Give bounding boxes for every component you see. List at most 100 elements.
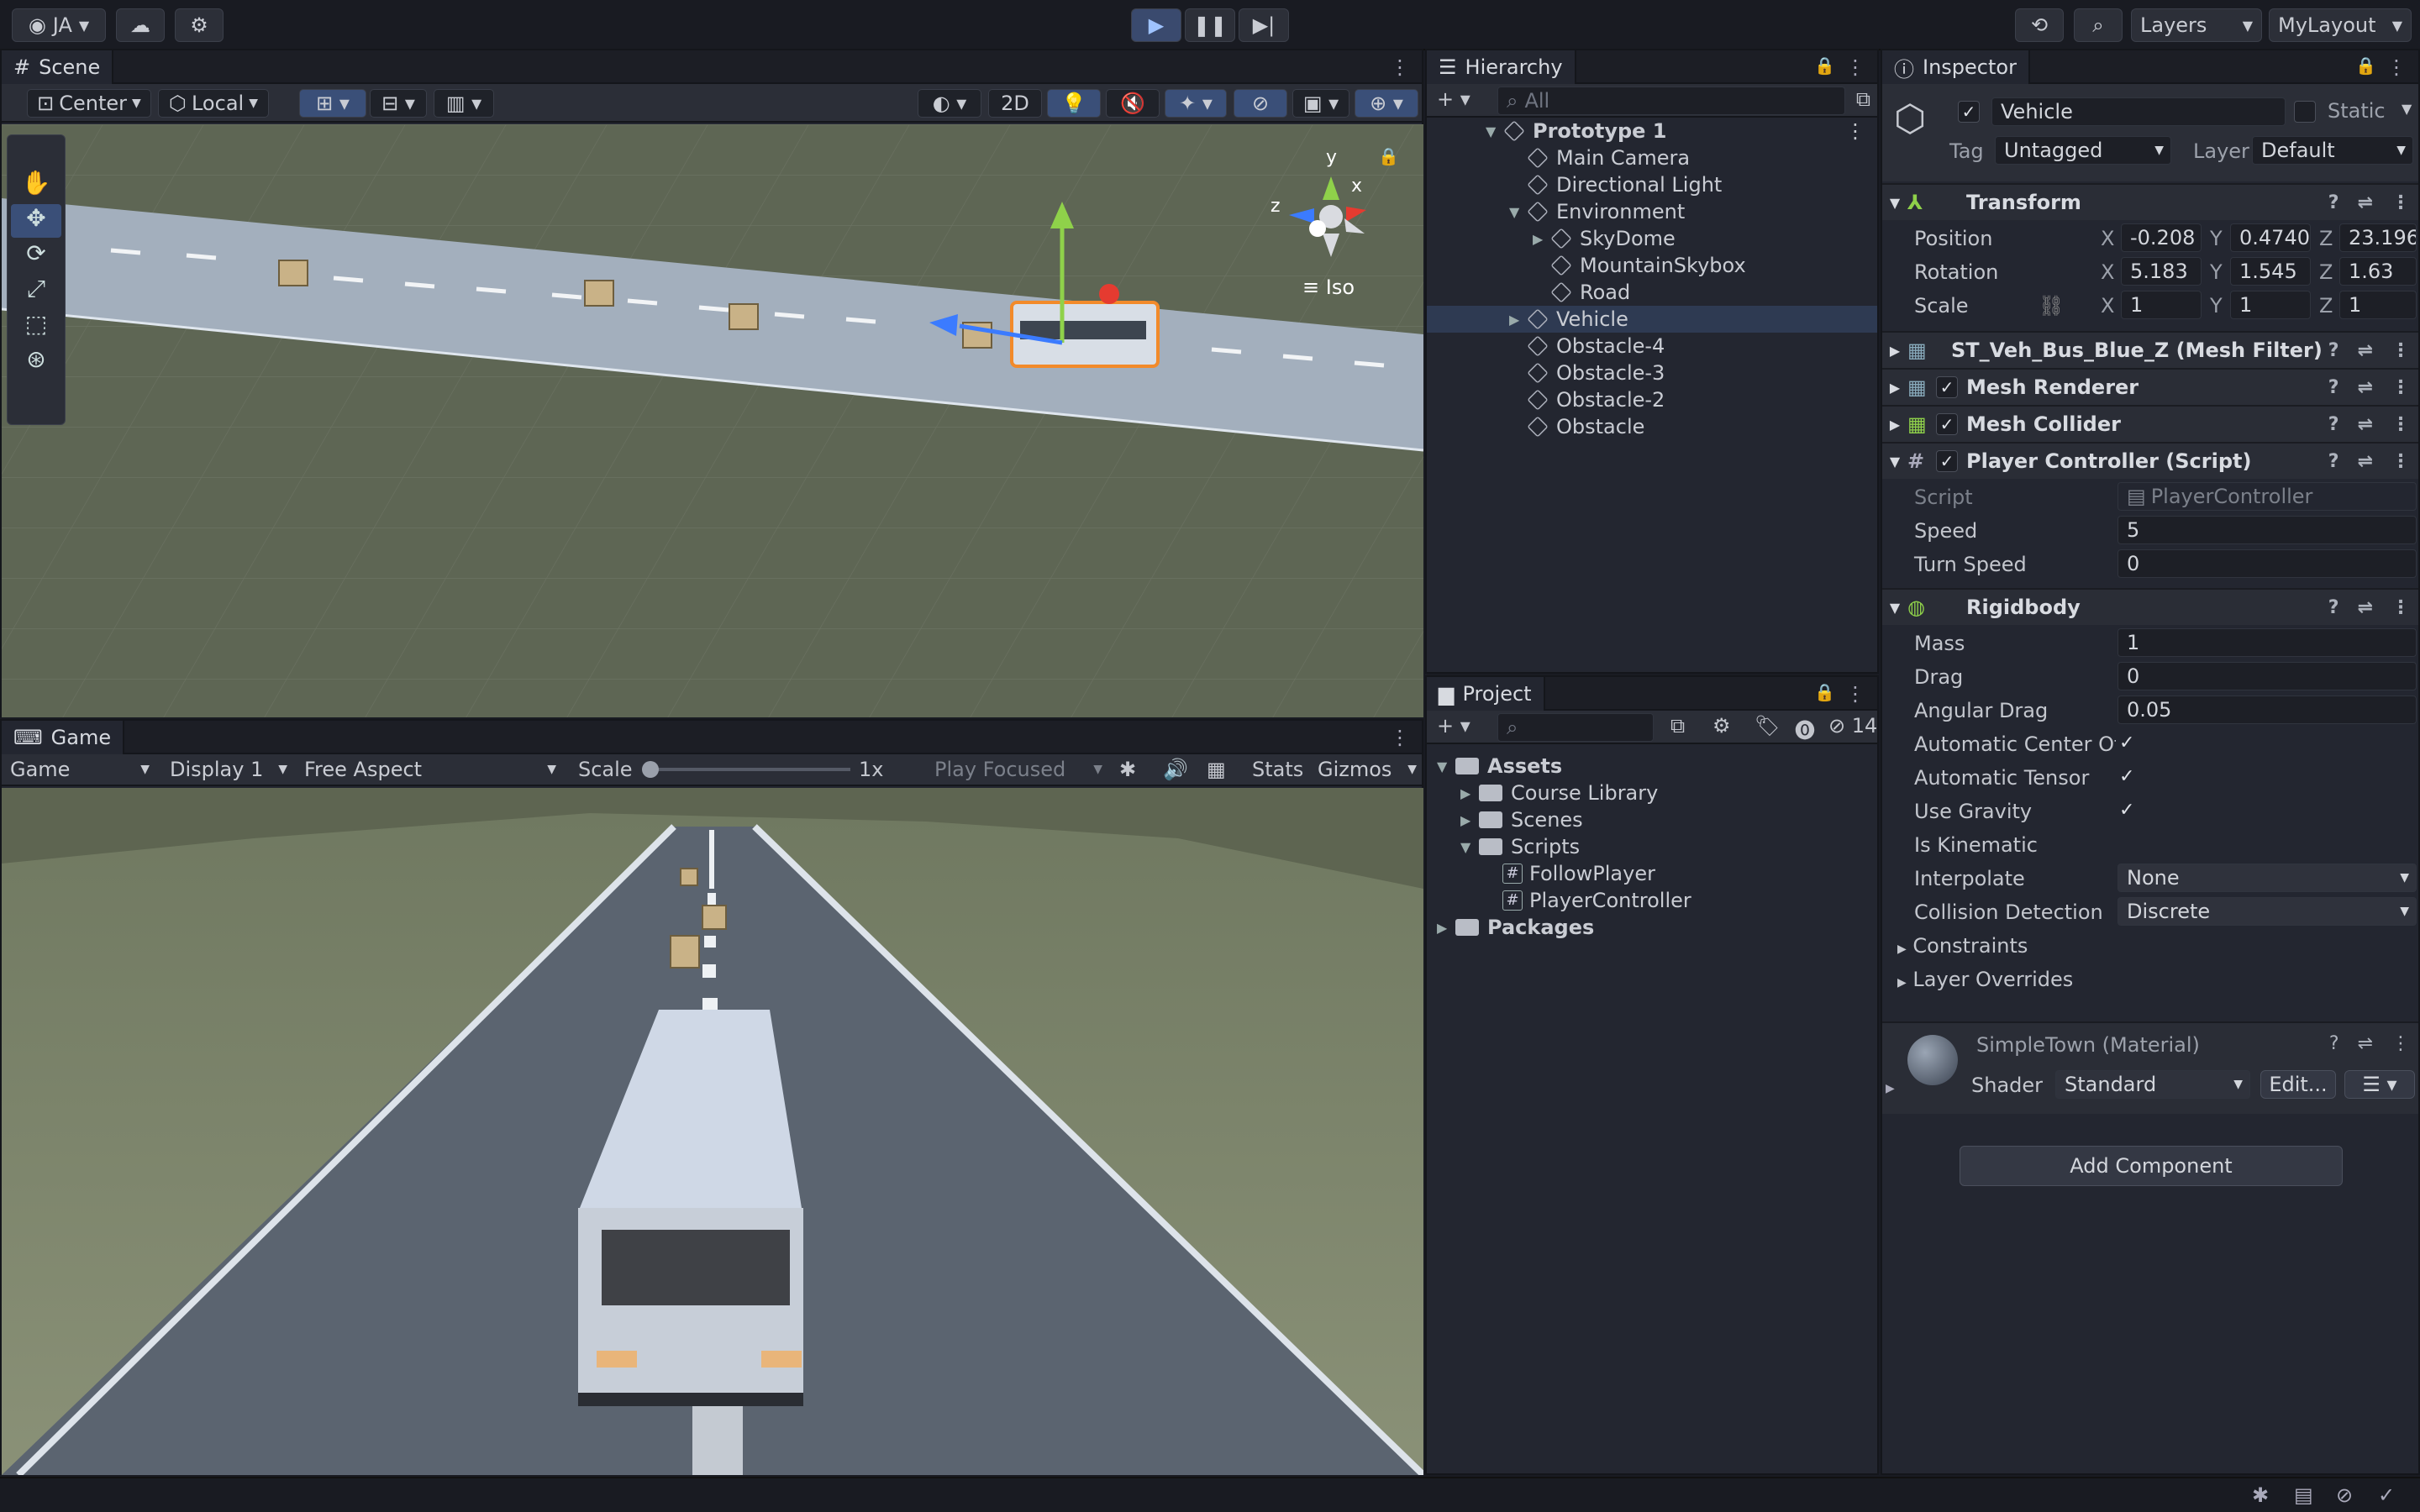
mesh-filter-header[interactable]: ▶ ▦ ST_Veh_Bus_Blue_Z (Mesh Filter) ? ⇌ ⋮: [1882, 331, 2418, 368]
bug-icon[interactable]: ✱: [1119, 758, 1136, 781]
add-component-button[interactable]: Add Component: [1960, 1146, 2343, 1186]
rot-x-field[interactable]: 5.183: [2121, 257, 2202, 286]
speed-field[interactable]: 5: [2118, 516, 2417, 544]
search-button[interactable]: ⌕: [2074, 8, 2123, 42]
chevron-right-icon[interactable]: ▶: [1509, 312, 1528, 328]
game-viewport[interactable]: [2, 788, 1423, 1475]
tab-hierarchy[interactable]: ☰ Hierarchy: [1427, 50, 1576, 84]
hierarchy-item[interactable]: ▶ SkyDome: [1427, 225, 1877, 252]
active-checkbox[interactable]: ✓: [1958, 101, 1980, 123]
tag-dropdown[interactable]: Untagged ▼: [1995, 136, 2171, 165]
pivot-mode-dropdown[interactable]: ⊡ Center ▼: [27, 89, 151, 118]
step-button[interactable]: ▶|: [1239, 8, 1289, 42]
scale-slider-track[interactable]: [649, 768, 850, 771]
help-icon[interactable]: ?: [2329, 1033, 2339, 1054]
pivot-space-dropdown[interactable]: ⬡ Local ▼: [158, 89, 269, 118]
add-icon[interactable]: + ▾: [1437, 87, 1470, 111]
object-name-field[interactable]: Vehicle: [1991, 97, 2286, 126]
more-options-icon[interactable]: ⋮: [1845, 55, 1865, 79]
auto-center-checkbox[interactable]: ✓: [2119, 732, 2134, 753]
pause-button[interactable]: ❚❚: [1185, 8, 1235, 42]
account-dropdown[interactable]: ◉ JA ▼: [12, 8, 106, 42]
hierarchy-item[interactable]: ▶ Vehicle: [1427, 306, 1877, 333]
more-options-icon[interactable]: ⋮: [1845, 682, 1865, 706]
more-options-icon[interactable]: ⋮: [2391, 414, 2410, 435]
increment-snap-button[interactable]: ⊟ ▾: [370, 89, 427, 118]
audio-toggle[interactable]: 🔇: [1106, 89, 1160, 118]
lock-icon[interactable]: 🔒: [1378, 146, 1399, 166]
ruler-button[interactable]: ▥ ▾: [434, 89, 494, 118]
mesh-collider-enabled-checkbox[interactable]: ✓: [1936, 413, 1958, 435]
add-icon[interactable]: + ▾: [1437, 714, 1470, 738]
chevron-right-icon[interactable]: ▶: [1460, 812, 1479, 828]
visibility-toggle[interactable]: ⊘: [1234, 89, 1287, 118]
project-item[interactable]: ▶ Scenes: [1427, 806, 1877, 833]
chevron-right-icon[interactable]: ▶: [1460, 785, 1479, 801]
project-item[interactable]: # PlayerController: [1427, 887, 1877, 914]
chevron-right-icon[interactable]: ▶: [1886, 1082, 1895, 1095]
hierarchy-item[interactable]: Directional Light: [1427, 171, 1877, 198]
mesh-renderer-header[interactable]: ▶ ▦ ✓ Mesh Renderer ? ⇌ ⋮: [1882, 368, 2418, 405]
interpolate-dropdown[interactable]: None ▼: [2118, 864, 2417, 892]
lock-icon[interactable]: 🔒: [1814, 55, 1835, 76]
lock-icon[interactable]: 🔒: [1814, 682, 1835, 702]
constrain-proportions-icon[interactable]: ⛓: [2039, 294, 2064, 318]
project-item[interactable]: ▶ Course Library: [1427, 780, 1877, 806]
scale-tool-icon[interactable]: ⤢: [11, 275, 61, 308]
check-icon[interactable]: ✓: [2378, 1483, 2395, 1507]
preset-icon[interactable]: ⇌: [2358, 451, 2373, 472]
preset-icon[interactable]: ⇌: [2358, 340, 2373, 361]
more-options-icon[interactable]: ⋮: [2391, 1033, 2410, 1054]
layer-overrides-foldout[interactable]: ▶ Layer Overrides: [1897, 968, 2073, 991]
hierarchy-item[interactable]: Obstacle-4: [1427, 333, 1877, 360]
drag-field[interactable]: 0: [2118, 662, 2417, 690]
more-options-icon[interactable]: ⋮: [2386, 55, 2407, 79]
tab-game[interactable]: ⌨ Game: [2, 721, 125, 754]
preset-icon[interactable]: ⇌: [2358, 192, 2373, 213]
filter-icon[interactable]: ⚙: [1712, 714, 1731, 738]
chevron-right-icon[interactable]: ▶: [1437, 920, 1455, 936]
preset-icon[interactable]: ⇌: [2358, 414, 2373, 435]
scale-slider-thumb[interactable]: [642, 761, 659, 778]
transform-header[interactable]: ▼ ⅄ Transform ? ⇌ ⋮: [1882, 183, 2418, 220]
layer-dropdown[interactable]: Default ▼: [2252, 136, 2413, 165]
project-search[interactable]: ⌕: [1497, 713, 1654, 742]
more-options-icon[interactable]: ⋮: [2391, 377, 2410, 398]
project-item[interactable]: ▶ Packages: [1427, 914, 1877, 941]
hierarchy-item[interactable]: ▼ Environment: [1427, 198, 1877, 225]
help-icon[interactable]: ?: [2328, 340, 2339, 361]
cloud-button[interactable]: ☁: [116, 8, 165, 42]
help-icon[interactable]: ?: [2328, 192, 2339, 213]
effects-dropdown[interactable]: ✦ ▾: [1165, 89, 1227, 118]
help-icon[interactable]: ?: [2328, 377, 2339, 398]
angular-drag-field[interactable]: 0.05: [2118, 696, 2417, 724]
hierarchy-item[interactable]: Obstacle: [1427, 413, 1877, 440]
history-button[interactable]: ⟲: [2015, 8, 2064, 42]
play-focus-select[interactable]: Play Focused ▼: [926, 754, 1111, 785]
label-icon[interactable]: 🏷: [1754, 714, 1780, 738]
chevron-down-icon[interactable]: ▼: [1437, 759, 1455, 774]
gizmos-dropdown[interactable]: Gizmos ▼: [1313, 754, 1422, 785]
preset-icon[interactable]: ⇌: [2358, 1033, 2373, 1054]
view-select[interactable]: Game ▼: [2, 754, 158, 785]
rect-tool-icon[interactable]: ⬚: [11, 310, 61, 344]
hierarchy-item[interactable]: Obstacle-2: [1427, 386, 1877, 413]
hidden-count[interactable]: ⊘ 14: [1828, 714, 1877, 738]
chevron-right-icon[interactable]: ▶: [1533, 231, 1551, 247]
chevron-down-icon[interactable]: ▼: [1460, 839, 1479, 855]
use-gravity-checkbox[interactable]: ✓: [2119, 800, 2134, 821]
camera-dropdown[interactable]: ▣ ▾: [1292, 89, 1349, 118]
layout-dropdown[interactable]: MyLayout ▼: [2269, 8, 2412, 42]
shader-options-dropdown[interactable]: ☰ ▾: [2344, 1070, 2415, 1099]
tab-scene[interactable]: # Scene: [2, 50, 114, 84]
turn-speed-field[interactable]: 0: [2118, 549, 2417, 578]
mass-field[interactable]: 1: [2118, 628, 2417, 657]
tab-inspector[interactable]: ⓘ Inspector: [1882, 50, 2030, 84]
more-options-icon[interactable]: ⋮: [2391, 192, 2410, 213]
help-icon[interactable]: ?: [2328, 597, 2339, 618]
search-by-type-icon[interactable]: ⧉: [1670, 714, 1685, 738]
stats-button[interactable]: Stats: [1252, 758, 1303, 781]
help-icon[interactable]: ?: [2328, 451, 2339, 472]
projection-toggle[interactable]: ≡ Iso: [1302, 276, 1355, 299]
auto-tensor-checkbox[interactable]: ✓: [2119, 766, 2134, 787]
